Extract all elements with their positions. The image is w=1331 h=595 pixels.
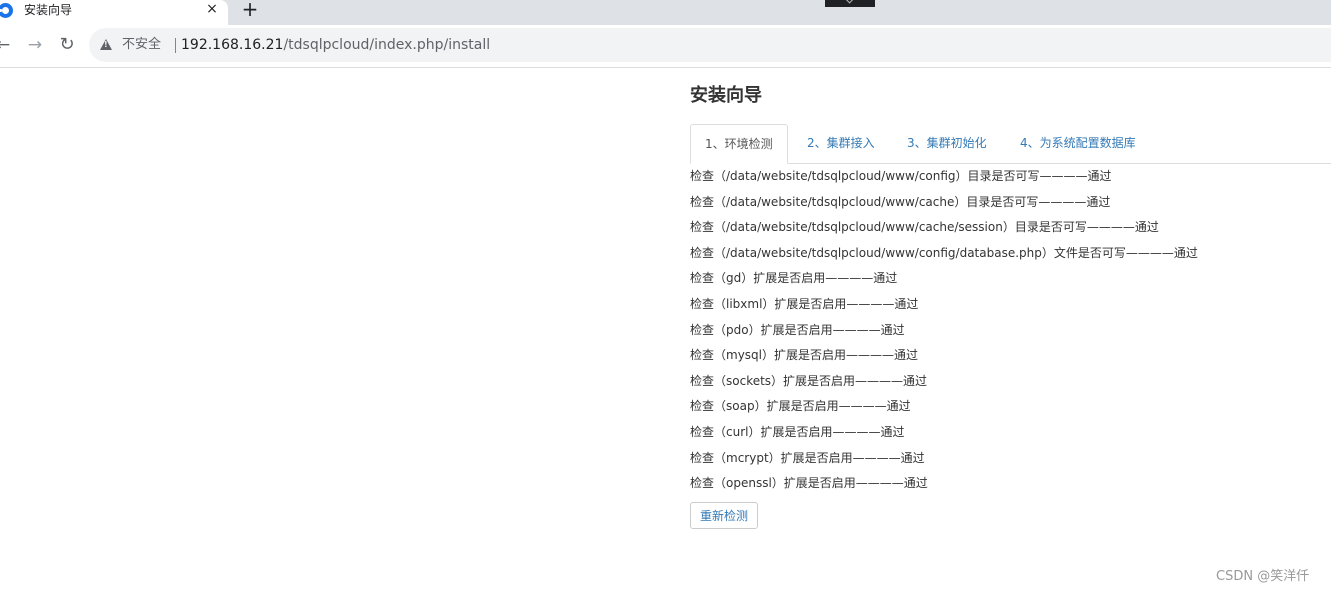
check-item: 检查（openssl）扩展是否启用————通过 [690,476,928,491]
check-item: 检查（sockets）扩展是否启用————通过 [690,373,928,388]
address-separator [175,38,176,53]
install-steps-tabs: 1、环境检测 2、集群接入 3、集群初始化 4、为系统配置数据库 [690,124,1331,164]
security-label[interactable]: 不安全 [122,37,161,53]
back-arrow-icon[interactable]: ← [0,34,14,56]
url-path: /tdsqlpcloud/index.php/install [283,37,491,53]
reload-icon[interactable]: ↻ [56,34,78,56]
page-title: 安装向导 [690,85,762,106]
url-text[interactable]: 192.168.16.21/tdsqlpcloud/index.php/inst… [181,36,490,54]
watermark: CSDN @笑洋仟 [1216,569,1310,584]
favicon-icon [0,3,13,18]
address-bar[interactable]: 不安全 192.168.16.21/tdsqlpcloud/index.php/… [89,28,1331,62]
tab-db-config[interactable]: 4、为系统配置数据库 [1020,124,1136,162]
tab-env-check[interactable]: 1、环境检测 [690,124,788,164]
check-item: 检查（/data/website/tdsqlpcloud/www/cache）目… [690,194,1111,209]
tab-cluster-access[interactable]: 2、集群接入 [807,124,875,162]
new-tab-button[interactable]: + [240,0,260,20]
tab-title: 安装向导 [24,3,73,17]
browser-tab[interactable]: 安装向导 × [0,0,228,25]
check-item: 检查（soap）扩展是否启用————通过 [690,399,911,414]
check-item: 检查（gd）扩展是否启用————通过 [690,271,898,286]
check-list: 检查（/data/website/tdsqlpcloud/www/config）… [690,168,1330,501]
check-item: 检查（mysql）扩展是否启用————通过 [690,348,918,363]
url-host: 192.168.16.21 [181,37,284,53]
browser-toolbar: ← → ↻ 不安全 192.168.16.21/tdsqlpcloud/inde… [0,25,1331,68]
tab-cluster-init[interactable]: 3、集群初始化 [907,124,987,162]
warning-icon[interactable] [100,39,112,50]
check-item: 检查（curl）扩展是否启用————通过 [690,424,905,439]
check-item: 检查（mcrypt）扩展是否启用————通过 [690,450,925,465]
forward-arrow-icon[interactable]: → [24,34,46,56]
close-tab-icon[interactable]: × [204,0,220,18]
check-item: 检查（/data/website/tdsqlpcloud/www/cache/s… [690,220,1159,235]
recheck-button[interactable]: 重新检测 [690,502,758,529]
check-item: 检查（pdo）扩展是否启用————通过 [690,322,905,337]
tab-search-dropdown[interactable] [825,0,875,7]
check-item: 检查（libxml）扩展是否启用————通过 [690,296,919,311]
browser-tab-strip: 安装向导 × + [0,0,1331,25]
check-item: 检查（/data/website/tdsqlpcloud/www/config/… [690,245,1198,260]
check-item: 检查（/data/website/tdsqlpcloud/www/config）… [690,169,1112,183]
